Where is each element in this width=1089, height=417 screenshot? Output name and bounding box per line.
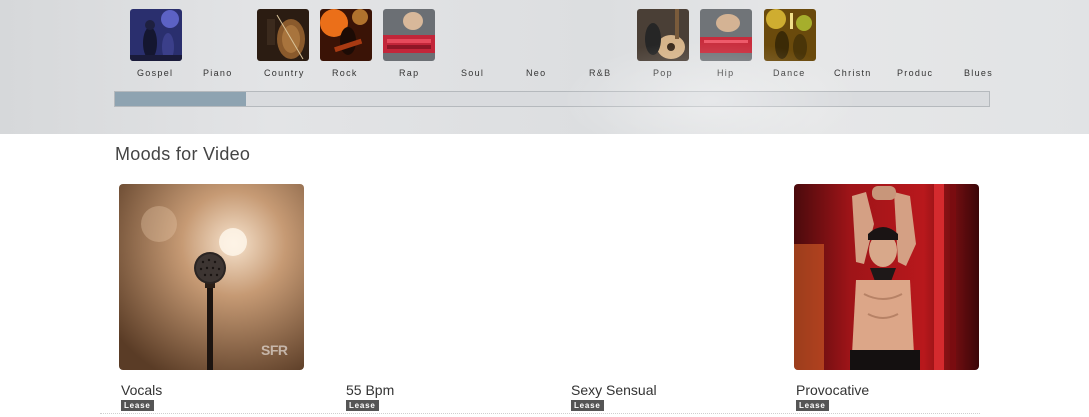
scrollbar-thumb[interactable] [115,92,246,106]
country-thumbnail [257,9,309,61]
genre-label: Pop [653,68,673,78]
genre-item-soul[interactable]: Soul [447,9,510,84]
lease-badge[interactable]: Lease [796,400,829,411]
video-title[interactable]: Vocals [121,382,162,398]
genre-item-rock[interactable]: Rock [320,9,383,84]
genre-item-dance[interactable]: Dance [764,9,827,84]
pop-thumbnail [637,9,689,61]
video-thumbnail[interactable] [794,184,979,370]
genre-item-blues[interactable]: Blues [954,9,1017,84]
video-card-vocals[interactable]: SFR Vocals Lease [119,184,319,417]
lease-badge[interactable]: Lease [121,400,154,411]
video-card-provocative[interactable]: Provocative Lease [794,184,994,417]
genre-label: Dance [773,68,806,78]
dance-thumbnail [764,9,816,61]
genre-item-rnb[interactable]: R&B [573,9,636,84]
genre-item-christian[interactable]: Christn [827,9,890,84]
genre-label: Christn [834,68,872,78]
genre-label: Produc [897,68,934,78]
genre-item-hip[interactable]: Hip [700,9,763,84]
genre-item-neo[interactable]: Neo [510,9,573,84]
video-card-sexy-sensual[interactable]: Sexy Sensual Lease [569,184,769,417]
video-title[interactable]: 55 Bpm [346,382,394,398]
genre-carousel: Gospel Piano Country Rock Rap Soul Neo R… [0,0,1089,134]
video-title[interactable]: Provocative [796,382,869,398]
genre-label: Piano [203,68,233,78]
genre-item-rap[interactable]: Rap [383,9,446,84]
video-title[interactable]: Sexy Sensual [571,382,657,398]
lease-badge[interactable]: Lease [346,400,379,411]
rock-thumbnail [320,9,372,61]
genre-label: Gospel [137,68,174,78]
genre-item-pop[interactable]: Pop [637,9,700,84]
gospel-thumbnail [130,9,182,61]
genre-scrollbar[interactable] [114,91,990,107]
genre-item-producer[interactable]: Produc [891,9,954,84]
genre-label: Hip [717,68,735,78]
genre-label: Neo [526,68,547,78]
genre-item-country[interactable]: Country [257,9,320,84]
rap-thumbnail [383,9,435,61]
genre-label: Blues [964,68,994,78]
divider [100,413,980,414]
section-title: Moods for Video [115,144,251,164]
genre-item-gospel[interactable]: Gospel [130,9,193,84]
sfr-watermark: SFR [261,342,288,358]
lease-badge[interactable]: Lease [571,400,604,411]
video-card-55-bpm[interactable]: 55 Bpm Lease [344,184,544,417]
genre-label: Country [264,68,304,78]
genre-label: R&B [589,68,612,78]
genre-item-piano[interactable]: Piano [193,9,256,84]
hip-thumbnail [700,9,752,61]
